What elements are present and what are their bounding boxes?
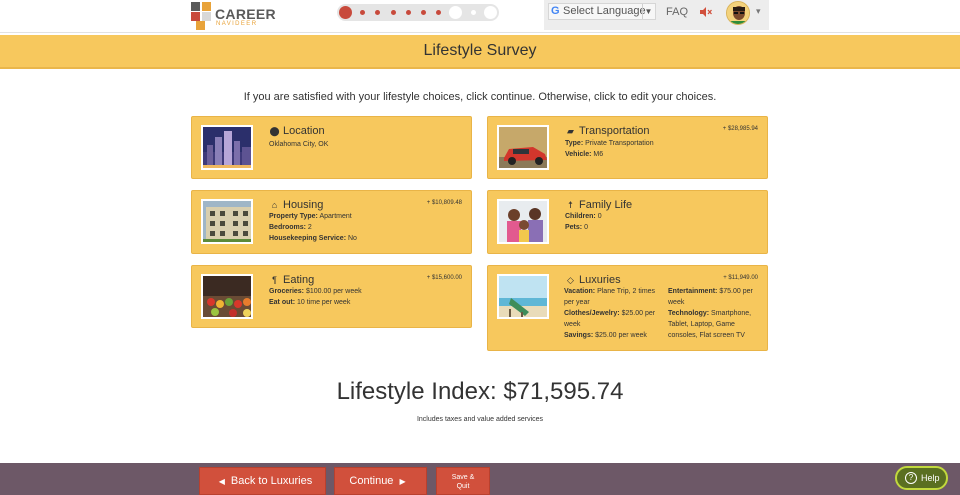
- eating-cost: + $15,600.00: [426, 275, 462, 281]
- continue-button[interactable]: Continue ▶: [334, 467, 427, 495]
- speaker-muted-icon[interactable]: [700, 7, 712, 17]
- housing-bedrooms: Bedrooms: 2: [269, 224, 312, 231]
- caret-left-icon: ◀: [218, 477, 225, 486]
- luxuries-entertainment: Entertainment: $75.00 per week: [668, 288, 753, 306]
- family-pets: Pets: 0: [565, 224, 588, 231]
- user-avatar-icon[interactable]: [726, 1, 750, 25]
- caret-right-icon: ▶: [399, 477, 406, 486]
- home-icon: ⌂: [271, 200, 278, 210]
- survey-progress-indicator: [337, 4, 499, 21]
- grocery-market-image: [201, 274, 253, 319]
- housing-card[interactable]: ⌂ Housing + $10,809.48 Property Type: Apa…: [191, 190, 472, 254]
- luxuries-technology: Technology: Smartphone, Tablet, Laptop, …: [668, 310, 752, 339]
- map-marker-icon: ⬤: [269, 126, 280, 136]
- progress-step: [375, 10, 380, 15]
- transport-vehicle: Vehicle: M6: [565, 151, 604, 158]
- progress-step-upcoming: [471, 10, 476, 15]
- family-image: [497, 199, 549, 244]
- instructions-text: If you are satisfied with your lifestyle…: [243, 91, 717, 103]
- luxuries-clothes-jewelry: Clothes/Jewelry: $25.00 per week: [564, 310, 656, 328]
- apartment-building-image: [201, 199, 253, 244]
- card-title: ⌂ Housing: [269, 199, 324, 211]
- card-title: ⬤ Location: [269, 125, 325, 137]
- location-card[interactable]: ⬤ Location Oklahoma City, OK: [191, 116, 472, 179]
- luxuries-card[interactable]: ◇ Luxuries + $11,949.00 Vacation: Plane T…: [487, 265, 768, 351]
- progress-step-upcoming: [484, 6, 497, 19]
- back-to-luxuries-button[interactable]: ◀ Back to Luxuries: [199, 467, 326, 495]
- car-icon: ▰: [567, 126, 574, 136]
- logo-text-career: CAREER: [215, 6, 276, 22]
- transport-type: Type: Private Transportation: [565, 140, 654, 147]
- progress-step: [360, 10, 365, 15]
- housing-housekeeping: Housekeeping Service: No: [269, 235, 357, 242]
- triangle-down-icon: ▼: [642, 4, 654, 19]
- housing-property-type: Property Type: Apartment: [269, 213, 352, 220]
- utensils-icon: ¶: [272, 275, 277, 285]
- card-title: ¶ Eating: [269, 274, 314, 286]
- luxuries-vacation: Vacation: Plane Trip, 2 times per year: [564, 288, 656, 306]
- page-title-bar: Lifestyle Survey: [0, 35, 960, 69]
- google-translate-icon: G: [551, 5, 560, 17]
- save-and-quit-line2: Quit: [456, 483, 470, 490]
- transportation-cost: + $28,985.94: [722, 126, 758, 132]
- help-button[interactable]: ? Help: [895, 466, 948, 490]
- transportation-card[interactable]: ▰ Transportation + $28,985.94 Type: Priva…: [487, 116, 768, 179]
- card-title: ☨ Family Life: [565, 199, 632, 211]
- beach-chair-image: [497, 274, 549, 319]
- logo-mark-icon: [191, 2, 213, 30]
- progress-step: [391, 10, 396, 15]
- child-icon: ☨: [568, 200, 573, 210]
- family-children: Children: 0: [565, 213, 602, 220]
- language-select[interactable]: G Select Language ▼: [548, 3, 656, 20]
- progress-step-current: [339, 6, 352, 19]
- family-life-card[interactable]: ☨ Family Life Children: 0 Pets: 0: [487, 190, 768, 254]
- progress-step: [421, 10, 426, 15]
- chevron-down-icon[interactable]: ▾: [756, 6, 761, 17]
- luxuries-cost: + $11,949.00: [723, 275, 758, 281]
- luxuries-savings: Savings: $25.00 per week: [564, 332, 647, 339]
- eating-groceries: Groceries: $100.00 per week: [269, 288, 362, 295]
- progress-step: [436, 10, 441, 15]
- diamond-icon: ◇: [567, 275, 574, 285]
- faq-link[interactable]: FAQ: [666, 6, 688, 18]
- location-value: Oklahoma City, OK: [269, 141, 329, 148]
- logo-text-navideer: NAVIDEER: [216, 21, 258, 27]
- eating-card[interactable]: ¶ Eating + $15,600.00 Groceries: $100.00 …: [191, 265, 472, 328]
- save-and-quit-line1: Save &: [451, 474, 475, 481]
- card-title: ◇ Luxuries: [565, 274, 621, 286]
- lifestyle-index-note: Includes taxes and value added services: [416, 416, 544, 423]
- housing-cost: + $10,809.48: [426, 200, 462, 206]
- lifestyle-index-total: Lifestyle Index: $71,595.74: [336, 378, 624, 405]
- question-circle-icon: ?: [905, 472, 917, 484]
- page-title: Lifestyle Survey: [423, 42, 537, 59]
- save-and-quit-button[interactable]: Save & Quit: [436, 467, 490, 495]
- progress-step: [406, 10, 411, 15]
- city-skyline-image: [201, 125, 253, 170]
- car-image: [497, 125, 549, 170]
- career-navideer-logo[interactable]: CAREER NAVIDEER: [191, 2, 276, 30]
- progress-step-upcoming: [449, 6, 462, 19]
- language-select-label: Select Language: [563, 5, 646, 17]
- eating-eat-out: Eat out: 10 time per week: [269, 299, 351, 306]
- help-label: Help: [921, 473, 940, 483]
- card-title: ▰ Transportation: [565, 125, 650, 137]
